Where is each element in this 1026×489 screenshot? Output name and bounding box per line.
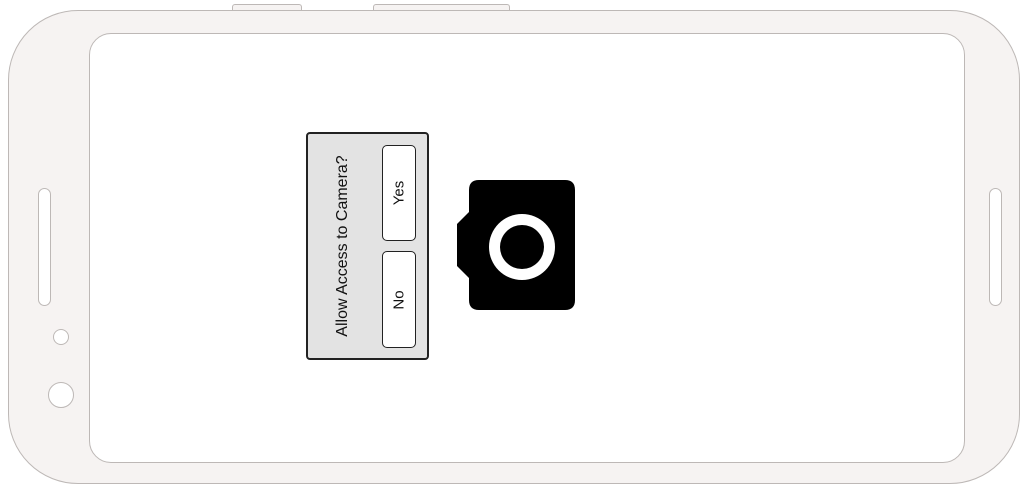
- phone-speaker-right: [989, 188, 1002, 306]
- phone-sensor: [53, 329, 69, 345]
- dialog-title: Allow Access to Camera?: [334, 155, 351, 337]
- stage: Allow Access to Camera? Yes No: [0, 0, 1026, 489]
- dialog-title-container: Allow Access to Camera?: [315, 148, 371, 344]
- phone-speaker-left: [38, 188, 51, 306]
- camera-icon: [455, 178, 577, 312]
- no-button[interactable]: No: [382, 251, 416, 348]
- yes-button-label: Yes: [390, 180, 408, 206]
- phone-front-camera: [48, 382, 74, 408]
- no-button-label: No: [390, 289, 408, 310]
- yes-button[interactable]: Yes: [382, 145, 416, 241]
